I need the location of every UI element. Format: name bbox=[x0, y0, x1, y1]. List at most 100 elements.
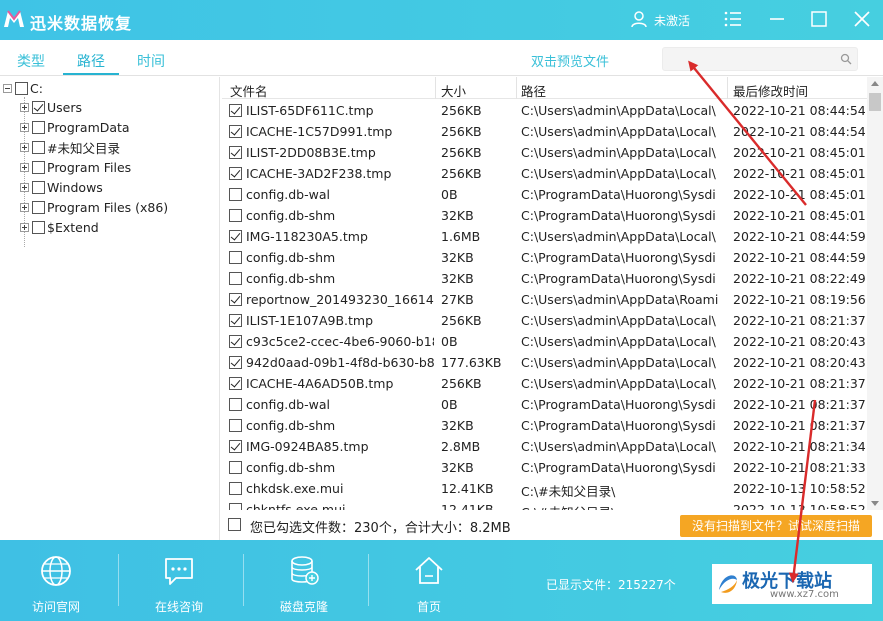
table-row[interactable]: IMG-118230A5.tmp 1.6MB C:\Users\admin\AppD… bbox=[222, 226, 867, 247]
expand-icon[interactable] bbox=[20, 182, 29, 192]
table-row[interactable]: ICACHE-3AD2F238.tmp 256KB C:\Users\admin\A… bbox=[222, 163, 867, 184]
cell-file-size: 32KB bbox=[441, 460, 474, 475]
row-checkbox[interactable] bbox=[229, 146, 242, 159]
disk-clone-button[interactable]: 磁盘克隆 bbox=[249, 540, 359, 621]
table-row[interactable]: chkntfs.exe.mui 12.41KB C:\#未知父目录\ 2022-10-… bbox=[222, 499, 867, 510]
table-row[interactable]: ILIST-65DF611C.tmp 256KB C:\Users\admin\Ap… bbox=[222, 100, 867, 121]
cell-file-name: config.db-shm bbox=[246, 208, 336, 223]
row-checkbox[interactable] bbox=[229, 272, 242, 285]
row-checkbox[interactable] bbox=[229, 461, 242, 474]
table-row[interactable]: config.db-shm 32KB C:\ProgramData\Huorong\… bbox=[222, 205, 867, 226]
expand-icon[interactable] bbox=[20, 222, 29, 232]
table-row[interactable]: config.db-wal 0B C:\ProgramData\Huorong\Sy… bbox=[222, 394, 867, 415]
tree-root[interactable]: C: bbox=[3, 79, 43, 97]
cell-modified-time: 2022-10-21 08:21:33 bbox=[733, 460, 866, 475]
row-checkbox[interactable] bbox=[229, 335, 242, 348]
activate-status[interactable]: 未激活 bbox=[654, 12, 690, 29]
row-checkbox[interactable] bbox=[229, 503, 242, 510]
scrollbar-thumb[interactable] bbox=[869, 93, 881, 111]
row-checkbox[interactable] bbox=[229, 230, 242, 243]
table-row[interactable]: config.db-wal 0B C:\ProgramData\Huorong\Sy… bbox=[222, 184, 867, 205]
menu-icon[interactable] bbox=[722, 8, 744, 30]
tab-time[interactable]: 时间 bbox=[137, 51, 165, 71]
collapse-icon[interactable] bbox=[3, 83, 12, 93]
tree-item-programdata[interactable]: ProgramData bbox=[20, 118, 130, 136]
home-button[interactable]: 首页 bbox=[374, 540, 484, 621]
cell-modified-time: 2022-10-21 08:21:37 bbox=[733, 397, 866, 412]
table-row[interactable]: 942d0aad-09b1-4f8d-b630-b8... 177.63KB C:\… bbox=[222, 352, 867, 373]
row-checkbox[interactable] bbox=[229, 398, 242, 411]
tab-type[interactable]: 类型 bbox=[17, 51, 45, 71]
close-icon[interactable] bbox=[851, 8, 873, 30]
select-all-checkbox[interactable] bbox=[228, 518, 241, 531]
tree-item-checkbox[interactable] bbox=[32, 160, 45, 174]
table-scrollbar[interactable] bbox=[867, 77, 883, 510]
tree-item-checkbox[interactable] bbox=[32, 180, 45, 194]
expand-icon[interactable] bbox=[20, 202, 29, 212]
table-row[interactable]: ICACHE-4A6AD50B.tmp 256KB C:\Users\admin\A… bbox=[222, 373, 867, 394]
online-consult-button[interactable]: 在线咨询 bbox=[124, 540, 234, 621]
tree-item-extend[interactable]: $Extend bbox=[20, 218, 99, 236]
search-icon[interactable] bbox=[840, 53, 852, 65]
row-checkbox[interactable] bbox=[229, 125, 242, 138]
column-header-time[interactable]: 最后修改时间 bbox=[733, 81, 808, 100]
row-checkbox[interactable] bbox=[229, 209, 242, 222]
row-checkbox[interactable] bbox=[229, 104, 242, 117]
row-checkbox[interactable] bbox=[229, 482, 242, 495]
scroll-up-arrow-icon[interactable] bbox=[871, 81, 879, 86]
row-checkbox[interactable] bbox=[229, 377, 242, 390]
row-checkbox[interactable] bbox=[229, 188, 242, 201]
table-row[interactable]: c93c5ce2-ccec-4be6-9060-b18... 0B C:\Users… bbox=[222, 331, 867, 352]
table-row[interactable]: config.db-shm 32KB C:\ProgramData\Huorong\… bbox=[222, 457, 867, 478]
row-checkbox[interactable] bbox=[229, 356, 242, 369]
tree-item-checkbox[interactable] bbox=[32, 120, 45, 134]
column-header-name[interactable]: 文件名 bbox=[230, 81, 268, 100]
user-icon[interactable] bbox=[630, 10, 648, 28]
column-divider[interactable] bbox=[435, 77, 436, 99]
minimize-icon[interactable] bbox=[766, 8, 788, 30]
expand-icon[interactable] bbox=[20, 142, 29, 152]
column-divider[interactable] bbox=[516, 77, 517, 99]
table-row[interactable]: IMG-0924BA85.tmp 2.8MB C:\Users\admin\AppD… bbox=[222, 436, 867, 457]
table-row[interactable]: ILIST-2DD08B3E.tmp 256KB C:\Users\admin\Ap… bbox=[222, 142, 867, 163]
tree-item-checkbox[interactable] bbox=[32, 140, 45, 154]
tree-item-checkbox[interactable] bbox=[32, 200, 45, 214]
table-row[interactable]: reportnow_201493230_166140... 27KB C:\User… bbox=[222, 289, 867, 310]
tree-item-program-files-x86[interactable]: Program Files (x86) bbox=[20, 198, 168, 216]
row-checkbox[interactable] bbox=[229, 440, 242, 453]
row-checkbox[interactable] bbox=[229, 293, 242, 306]
tree-item-program-files[interactable]: Program Files bbox=[20, 158, 131, 176]
visit-website-button[interactable]: 访问官网 bbox=[1, 540, 111, 621]
table-row[interactable]: ILIST-1E107A9B.tmp 256KB C:\Users\admin\Ap… bbox=[222, 310, 867, 331]
search-input[interactable] bbox=[662, 47, 858, 71]
tree-item-checkbox[interactable] bbox=[32, 100, 45, 114]
row-checkbox[interactable] bbox=[229, 251, 242, 264]
table-row[interactable]: config.db-shm 32KB C:\ProgramData\Huorong\… bbox=[222, 268, 867, 289]
table-row[interactable]: config.db-shm 32KB C:\ProgramData\Huorong\… bbox=[222, 247, 867, 268]
column-header-path[interactable]: 路径 bbox=[521, 81, 546, 100]
tree-item-unknown-parent[interactable]: #未知父目录 bbox=[20, 138, 120, 156]
row-checkbox[interactable] bbox=[229, 419, 242, 432]
table-row[interactable]: chkdsk.exe.mui 12.41KB C:\#未知父目录\ 2022-10-1… bbox=[222, 478, 867, 499]
column-header-size[interactable]: 大小 bbox=[441, 81, 466, 100]
row-checkbox[interactable] bbox=[229, 167, 242, 180]
expand-icon[interactable] bbox=[20, 162, 29, 172]
tree-root-checkbox[interactable] bbox=[15, 81, 28, 95]
row-checkbox[interactable] bbox=[229, 314, 242, 327]
maximize-icon[interactable] bbox=[808, 8, 830, 30]
deep-scan-button[interactable]: 没有扫描到文件？试试深度扫描 bbox=[680, 515, 872, 537]
table-row[interactable]: config.db-shm 32KB C:\ProgramData\Huorong\… bbox=[222, 415, 867, 436]
expand-icon[interactable] bbox=[20, 122, 29, 132]
tree-item-checkbox[interactable] bbox=[32, 220, 45, 234]
expand-icon[interactable] bbox=[20, 102, 29, 112]
table-row[interactable]: ICACHE-1C57D991.tmp 256KB C:\Users\admin\A… bbox=[222, 121, 867, 142]
scroll-down-arrow-icon[interactable] bbox=[871, 501, 879, 506]
tree-item-users[interactable]: Users bbox=[20, 98, 82, 116]
cell-file-name: chkntfs.exe.mui bbox=[246, 502, 346, 510]
cell-file-name: config.db-shm bbox=[246, 418, 336, 433]
tree-item-windows[interactable]: Windows bbox=[20, 178, 103, 196]
tab-path[interactable]: 路径 bbox=[77, 51, 105, 71]
column-divider[interactable] bbox=[727, 77, 728, 99]
tree-item-label: Users bbox=[47, 99, 83, 115]
watermark-url: www.xz7.com bbox=[770, 589, 839, 600]
